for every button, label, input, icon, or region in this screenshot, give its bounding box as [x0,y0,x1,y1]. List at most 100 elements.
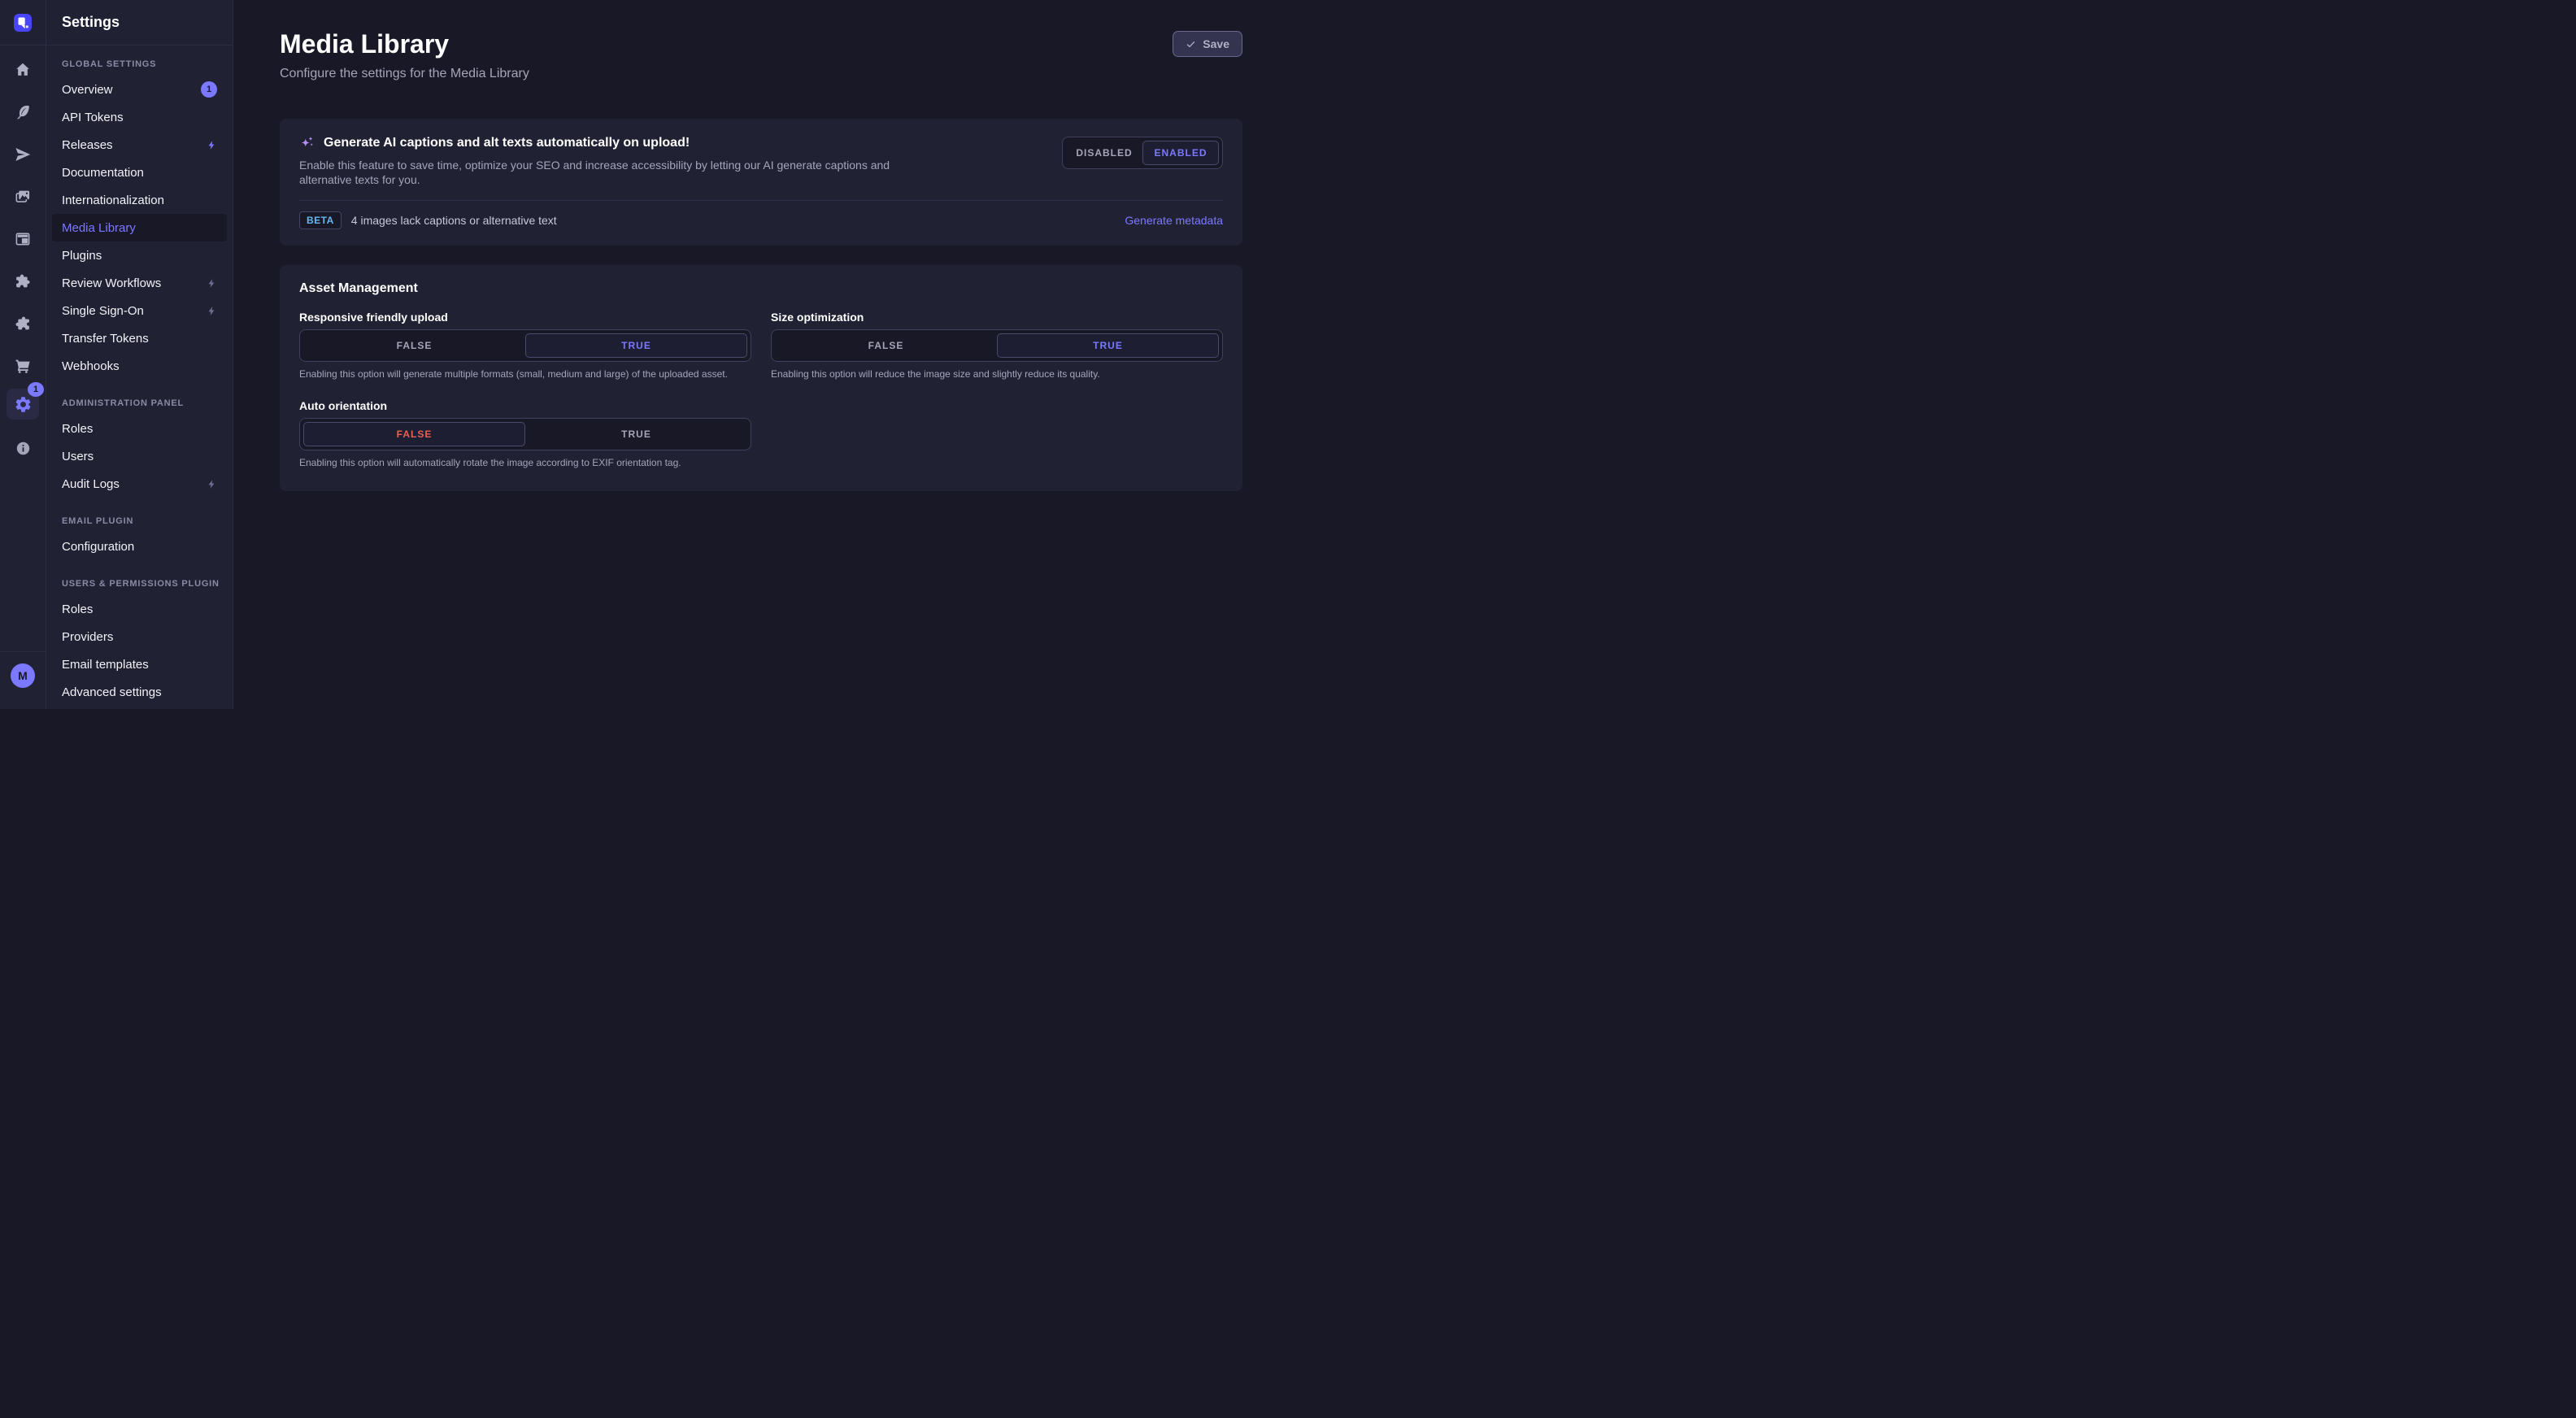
banner-description: Enable this feature to save time, optimi… [299,158,901,187]
sidebar-item-label: Overview [62,83,113,97]
toggle-option-disabled[interactable]: DISABLED [1066,141,1142,165]
lightning-bolt-icon [207,140,217,150]
sidebar-item-label: Advanced settings [62,685,162,699]
page-header: Media Library Save [280,29,1242,59]
sidebar-section-label-users-permissions-plugin: USERS & PERMISSIONS PLUGIN [46,570,233,595]
sidebar-item-providers[interactable]: Providers [52,623,227,650]
sidebar-item-label: Audit Logs [62,477,120,491]
sidebar-item-api-tokens[interactable]: API Tokens [52,103,227,131]
beta-badge: BETA [299,211,342,229]
field-hint: Enabling this option will generate multi… [299,368,751,381]
toggle-option-true[interactable]: TRUE [997,333,1219,358]
check-icon [1186,39,1196,50]
sidebar-section-label-email-plugin: EMAIL PLUGIN [46,507,233,533]
field-hint: Enabling this option will automatically … [299,456,751,470]
rail-item-media-library[interactable] [5,176,41,218]
banner-divider [299,200,1223,201]
page-title: Media Library [280,29,449,59]
sidebar-item-label: Roles [62,422,93,436]
toggle-option-false[interactable]: FALSE [303,422,525,446]
sidebar-section-label-global-settings: GLOBAL SETTINGS [46,50,233,76]
paper-plane-icon [14,146,32,163]
generate-metadata-link[interactable]: Generate metadata [1125,214,1223,227]
rail-nav [0,46,46,387]
lightning-bolt-icon [207,278,217,289]
setting-field-size-optimization: Size optimization FALSETRUE Enabling this … [771,311,1223,381]
sidebar-item-transfer-tokens[interactable]: Transfer Tokens [52,324,227,352]
save-button[interactable]: Save [1173,31,1242,57]
boolean-toggle-size-optimization: FALSETRUE [771,329,1223,362]
sidebar-item-roles[interactable]: Roles [52,415,227,442]
lightning-bolt-icon [207,306,217,316]
sidebar-item-advanced-settings[interactable]: Advanced settings [52,678,227,706]
rail-item-purchases[interactable] [5,345,41,387]
feather-icon [14,103,32,121]
rail-item-content-manager[interactable] [5,218,41,260]
sidebar-item-label: Transfer Tokens [62,332,149,346]
sidebar-item-label: Review Workflows [62,276,161,290]
sidebar-item-roles[interactable]: Roles [52,595,227,623]
missing-captions-status: 4 images lack captions or alternative te… [351,214,557,227]
sidebar-item-internationalization[interactable]: Internationalization [52,186,227,214]
field-label: Size optimization [771,311,1223,324]
toggle-option-enabled[interactable]: ENABLED [1142,141,1219,165]
asset-management-fields: Responsive friendly uploadFALSETRUEEnabl… [299,311,1223,470]
home-icon [14,61,32,79]
field-hint: Enabling this option will reduce the ima… [771,368,1223,381]
lightning-bolt-icon [207,479,217,489]
settings-sidebar: Settings GLOBAL SETTINGSOverview1API Tok… [46,0,233,709]
sidebar-item-users[interactable]: Users [52,442,227,470]
sidebar-item-label: Single Sign-On [62,304,144,318]
sidebar-item-plugins[interactable]: Plugins [52,241,227,269]
main-content: Media Library Save Configure the setting… [233,0,1288,709]
sidebar-item-label: Internationalization [62,194,164,207]
images-icon [14,188,32,206]
sidebar-item-configuration[interactable]: Configuration [52,533,227,560]
main-nav-rail: 1 M [0,0,46,709]
sidebar-item-label: Media Library [62,221,136,235]
asset-management-title: Asset Management [299,281,1223,296]
sidebar-item-media-library[interactable]: Media Library [52,214,227,241]
banner-status-row: BETA 4 images lack captions or alternati… [299,211,1223,234]
layout-icon [14,230,32,248]
puzzle-icon [14,272,32,290]
sidebar-item-releases[interactable]: Releases [52,131,227,159]
banner-title: Generate AI captions and alt texts autom… [324,136,690,150]
rail-item-settings[interactable]: 1 [7,389,39,420]
setting-field-responsive-friendly-upload: Responsive friendly uploadFALSETRUEEnabl… [299,311,751,381]
rail-header [0,0,46,46]
user-avatar[interactable]: M [11,663,35,688]
sidebar-item-label: Releases [62,138,113,152]
sidebar-item-review-workflows[interactable]: Review Workflows [52,269,227,297]
toggle-option-true[interactable]: TRUE [525,422,747,446]
toggle-option-false[interactable]: FALSE [775,333,997,358]
sidebar-item-audit-logs[interactable]: Audit Logs [52,470,227,498]
shopping-cart-icon [14,357,32,375]
sidebar-item-documentation[interactable]: Documentation [52,159,227,186]
sidebar-item-overview[interactable]: Overview1 [52,76,227,103]
asset-management-card: Asset Management Responsive friendly upl… [280,265,1242,491]
ai-captions-banner: Generate AI captions and alt texts autom… [280,119,1242,246]
info-icon [15,440,32,457]
sidebar-item-email-templates[interactable]: Email templates [52,650,227,678]
page-subtitle: Configure the settings for the Media Lib… [280,65,1242,83]
rail-item-plugins[interactable] [5,260,41,302]
rail-item-deploy[interactable] [5,133,41,176]
setting-field-auto-orientation: Auto orientationFALSETRUEEnabling this o… [299,399,751,470]
toggle-option-false[interactable]: FALSE [303,333,525,358]
rail-item-home[interactable] [5,49,41,91]
rail-item-marketplace[interactable] [5,302,41,345]
sidebar-item-label: Providers [62,630,113,644]
sidebar-item-webhooks[interactable]: Webhooks [52,352,227,380]
boolean-toggle-auto-orientation: FALSETRUE [299,418,751,450]
ai-enabled-toggle: DISABLEDENABLED [1062,137,1223,169]
sidebar-item-label: Plugins [62,249,102,263]
sidebar-item-single-sign-on[interactable]: Single Sign-On [52,297,227,324]
sidebar-item-label: Documentation [62,166,144,180]
rail-item-content-type-builder[interactable] [5,91,41,133]
sidebar-title: Settings [62,14,120,31]
strapi-logo[interactable] [14,14,32,32]
toggle-option-true[interactable]: TRUE [525,333,747,358]
rail-item-information[interactable] [0,437,46,459]
sidebar-item-label: Configuration [62,540,134,554]
